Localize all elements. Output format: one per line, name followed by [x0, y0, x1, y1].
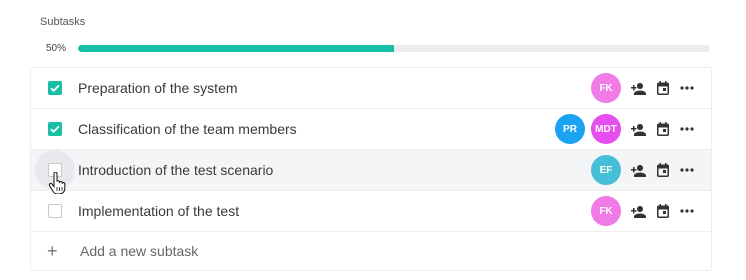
check-icon: [50, 125, 60, 134]
avatar[interactable]: MDT: [591, 114, 621, 144]
subtask-checkbox[interactable]: [48, 81, 62, 95]
avatar[interactable]: FK: [591, 196, 621, 226]
subtask-label[interactable]: Classification of the team members: [78, 121, 297, 137]
hand-cursor-icon: [48, 172, 66, 194]
check-icon: [50, 84, 60, 93]
add-person-icon[interactable]: [627, 199, 651, 223]
subtask-row[interactable]: Preparation of the system FK: [31, 68, 711, 109]
subtask-label[interactable]: Implementation of the test: [78, 203, 239, 219]
progress-label: 50%: [46, 43, 67, 54]
calendar-icon[interactable]: [651, 158, 675, 182]
checkbox-wrap[interactable]: [35, 68, 75, 108]
calendar-icon[interactable]: [651, 76, 675, 100]
row-actions: PR MDT: [549, 109, 699, 149]
row-actions: EF: [585, 150, 699, 190]
avatar[interactable]: FK: [591, 73, 621, 103]
avatar[interactable]: PR: [555, 114, 585, 144]
checkbox-wrap[interactable]: [35, 191, 75, 231]
plus-icon[interactable]: +: [47, 242, 58, 260]
add-subtask-label[interactable]: Add a new subtask: [80, 243, 198, 259]
subtask-list: Preparation of the system FK Classificat…: [30, 67, 712, 271]
avatar[interactable]: EF: [591, 155, 621, 185]
add-person-icon[interactable]: [627, 158, 651, 182]
more-icon[interactable]: [675, 117, 699, 141]
subtask-row[interactable]: Implementation of the test FK: [31, 191, 711, 232]
calendar-icon[interactable]: [651, 199, 675, 223]
progress-fill: [78, 45, 394, 52]
add-person-icon[interactable]: [627, 117, 651, 141]
section-title: Subtasks: [40, 16, 86, 28]
row-actions: FK: [585, 191, 699, 231]
calendar-icon[interactable]: [651, 117, 675, 141]
more-icon[interactable]: [675, 199, 699, 223]
subtask-label[interactable]: Introduction of the test scenario: [78, 162, 273, 178]
subtask-label[interactable]: Preparation of the system: [78, 80, 238, 96]
more-icon[interactable]: [675, 76, 699, 100]
subtask-row[interactable]: Classification of the team members PR MDT: [31, 109, 711, 150]
row-actions: FK: [585, 68, 699, 108]
subtask-checkbox[interactable]: [48, 204, 62, 218]
more-icon[interactable]: [675, 158, 699, 182]
progress-bar: [78, 45, 710, 52]
subtask-checkbox[interactable]: [48, 122, 62, 136]
add-person-icon[interactable]: [627, 76, 651, 100]
checkbox-wrap[interactable]: [35, 109, 75, 149]
subtask-row[interactable]: Introduction of the test scenario EF: [31, 150, 711, 191]
add-subtask-row[interactable]: + Add a new subtask: [31, 232, 711, 270]
